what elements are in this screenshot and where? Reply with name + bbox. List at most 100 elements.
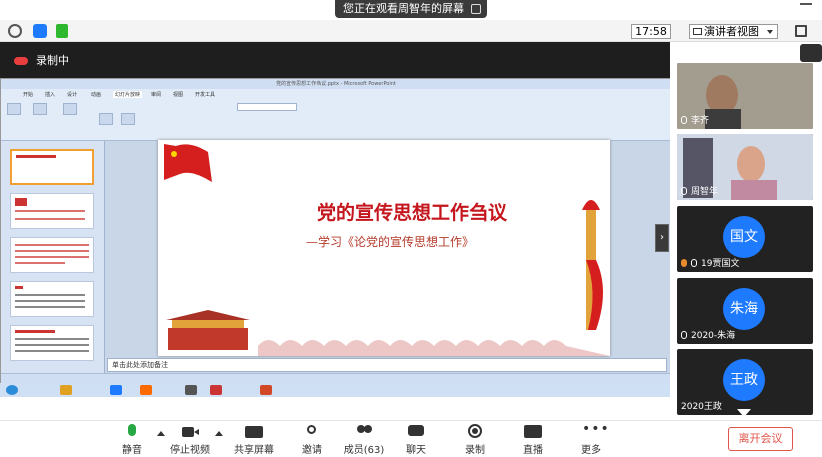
taskbar-app-icon[interactable] [60, 385, 72, 395]
slide-thumbnail[interactable] [10, 281, 94, 317]
scroll-up-icon[interactable] [737, 44, 751, 52]
ppt-tab[interactable]: 幻灯片放映 [113, 91, 143, 98]
speaker-view-button[interactable]: 演讲者视图 [689, 24, 778, 39]
thumb-title-bar [15, 330, 55, 333]
thumb-title-bar [16, 155, 56, 158]
ribbon-button[interactable] [99, 113, 113, 125]
ppt-ribbon: 开始 插入 设计 动画 幻灯片放映 审阅 视图 开发工具 [1, 89, 671, 141]
taskbar-app-icon[interactable] [260, 385, 272, 395]
mute-label: 静音 [122, 445, 142, 456]
thumb-line [15, 306, 85, 308]
thumb-line [15, 344, 89, 346]
mic-icon [681, 187, 687, 195]
ppt-tab[interactable]: 插入 [45, 91, 55, 98]
slide-title: 党的宣传思想工作刍议 [316, 202, 507, 224]
members-label: 成员(63) [343, 445, 385, 456]
participant-tile[interactable]: 李齐 [677, 63, 813, 129]
participant-avatar: 王政 [723, 359, 765, 401]
thumb-line [15, 250, 89, 252]
thumb-line [15, 350, 89, 352]
ribbon-button[interactable] [63, 103, 77, 115]
members-icon [355, 424, 373, 439]
record-icon [466, 424, 484, 439]
chat-button[interactable]: 聊天 [386, 424, 446, 456]
live-stream-icon [524, 424, 542, 439]
thumb-line [15, 262, 65, 264]
slide-thumbnail[interactable] [10, 149, 94, 185]
thumb-line [15, 218, 85, 220]
shield-icon[interactable] [33, 24, 47, 38]
thumb-title-bar [15, 198, 27, 206]
top-bar: 您正在观看周智年的屏幕 [0, 0, 822, 20]
video-camera-icon [181, 424, 199, 439]
recording-label: 录制中 [36, 54, 69, 67]
scroll-down-icon[interactable] [737, 409, 751, 417]
sharing-banner[interactable]: 您正在观看周智年的屏幕 [335, 0, 487, 18]
leave-meeting-button[interactable]: 离开会议 [728, 427, 793, 451]
mute-button[interactable]: 静音 [102, 424, 162, 456]
slide-thumbnail[interactable] [10, 237, 94, 273]
signal-icon[interactable] [56, 24, 68, 38]
more-button[interactable]: ••• 更多 [561, 421, 621, 456]
thumb-line [15, 256, 89, 258]
more-icon: ••• [582, 421, 610, 437]
participant-avatar: 朱海 [723, 288, 765, 330]
taskbar-app-icon[interactable] [185, 385, 197, 395]
notes-pane[interactable]: 单击此处添加备注 [107, 358, 667, 372]
share-screen-button[interactable]: 共享屏幕 [224, 424, 284, 456]
stop-video-label: 停止视频 [170, 445, 210, 456]
chat-label: 聊天 [406, 445, 426, 456]
banner-options-icon[interactable] [471, 4, 481, 14]
mic-muted-icon [691, 259, 697, 267]
slide-thumbnail[interactable] [10, 325, 94, 361]
ppt-tab[interactable]: 动画 [91, 91, 101, 98]
microphone-icon [123, 424, 141, 439]
thumb-line [15, 210, 85, 212]
more-label: 更多 [581, 445, 601, 456]
participant-name: 李齐 [681, 113, 709, 126]
record-button[interactable]: 录制 [445, 424, 505, 456]
speaker-view-label: 演讲者视图 [704, 25, 759, 38]
slide-thumbnail[interactable] [10, 193, 94, 229]
stop-video-button[interactable]: 停止视频 [160, 424, 220, 456]
participant-tile[interactable]: 国文 19贾国文 [677, 206, 813, 272]
live-button[interactable]: 直播 [503, 424, 563, 456]
ribbon-button[interactable] [7, 103, 21, 115]
ppt-title-bar: 党的宣传思想工作刍议.pptx - Microsoft PowerPoint [1, 79, 671, 89]
participant-tile[interactable]: 周智年 [677, 134, 813, 200]
ppt-tab[interactable]: 开始 [23, 91, 33, 98]
minimize-icon[interactable] [800, 3, 812, 5]
start-icon[interactable] [6, 385, 18, 395]
video-options-icon[interactable] [215, 431, 223, 436]
ppt-tab[interactable]: 设计 [67, 91, 77, 98]
fullscreen-icon[interactable] [795, 25, 807, 37]
thumb-line [15, 294, 85, 296]
thumb-line [15, 244, 89, 246]
ribbon-button[interactable] [121, 113, 135, 125]
cloud-record-icon [14, 57, 28, 65]
taskbar-app-icon[interactable] [110, 385, 122, 395]
taskbar-app-icon[interactable] [140, 385, 152, 395]
taskbar-app-icon[interactable] [210, 385, 222, 395]
mic-muted-icon [681, 331, 687, 339]
share-screen-icon [245, 424, 263, 439]
thumb-line [15, 300, 85, 302]
ppt-tab[interactable]: 开发工具 [195, 91, 215, 98]
view-icon [693, 28, 702, 35]
ribbon-button[interactable] [33, 103, 47, 115]
slide-subtitle: —学习《论党的宣传思想工作》 [306, 235, 475, 249]
mic-active-icon[interactable] [800, 44, 822, 62]
participant-tile[interactable]: 王政 2020王政 [677, 349, 813, 415]
invite-label: 邀请 [302, 445, 322, 456]
ppt-tab[interactable]: 视图 [173, 91, 183, 98]
record-label: 录制 [465, 445, 485, 456]
ribbon-dropdown[interactable] [237, 103, 297, 111]
participant-tile[interactable]: 朱海 2020-朱海 [677, 278, 813, 344]
ppt-tab[interactable]: 审阅 [151, 91, 161, 98]
collapse-panel-icon[interactable]: › [655, 224, 669, 252]
info-icon[interactable] [8, 24, 22, 38]
invite-button[interactable]: 邀请 [282, 424, 342, 456]
members-button[interactable]: 成员(63) [334, 424, 394, 456]
sharing-banner-text: 您正在观看周智年的屏幕 [343, 2, 464, 15]
tiananmen-icon [166, 310, 250, 350]
